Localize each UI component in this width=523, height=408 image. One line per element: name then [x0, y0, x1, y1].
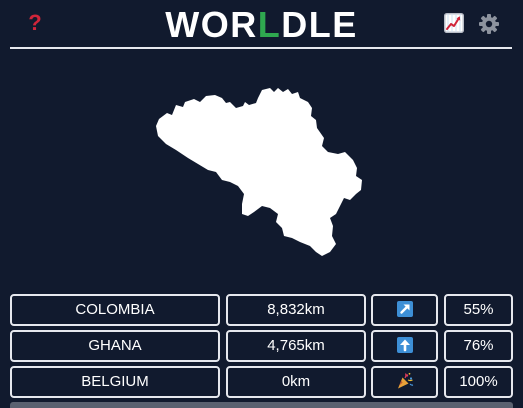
guess-list: COLOMBIA 8,832km 55% GHANA 4,765km 76% B…	[10, 294, 513, 402]
gear-icon	[479, 14, 499, 34]
guess-direction-cell	[371, 330, 438, 362]
party-popper-icon	[397, 372, 413, 389]
guess-country-cell: GHANA	[10, 330, 220, 362]
next-guess-input-edge[interactable]	[10, 402, 513, 408]
header: ? WORLDLE	[0, 0, 523, 48]
title-suffix: DLE	[281, 4, 358, 45]
settings-button[interactable]	[478, 13, 500, 35]
guess-distance-cell: 8,832km	[226, 294, 366, 326]
guess-row: COLOMBIA 8,832km 55%	[10, 294, 513, 330]
guess-percent-cell: 76%	[444, 330, 513, 362]
question-mark-icon: ?	[28, 10, 42, 35]
guess-row: BELGIUM 0km 100%	[10, 366, 513, 402]
guess-row: GHANA 4,765km 76%	[10, 330, 513, 366]
title-prefix: WOR	[165, 4, 258, 45]
arrow-up-icon	[396, 336, 413, 353]
guess-direction-cell	[371, 366, 438, 398]
guess-distance-cell: 4,765km	[226, 330, 366, 362]
country-map	[150, 80, 375, 265]
help-button[interactable]: ?	[26, 10, 44, 36]
guess-direction-cell	[371, 294, 438, 326]
guess-country-cell: COLOMBIA	[10, 294, 220, 326]
header-divider	[10, 47, 512, 49]
guess-percent-cell: 100%	[444, 366, 513, 398]
belgium-silhouette-icon	[156, 88, 362, 256]
guess-percent-cell: 55%	[444, 294, 513, 326]
title-accent: L	[257, 4, 282, 45]
arrow-up-right-icon	[396, 300, 413, 317]
chart-icon	[444, 13, 464, 33]
guess-distance-cell: 0km	[226, 366, 366, 398]
guess-country-cell: BELGIUM	[10, 366, 220, 398]
statistics-button[interactable]	[444, 13, 464, 33]
